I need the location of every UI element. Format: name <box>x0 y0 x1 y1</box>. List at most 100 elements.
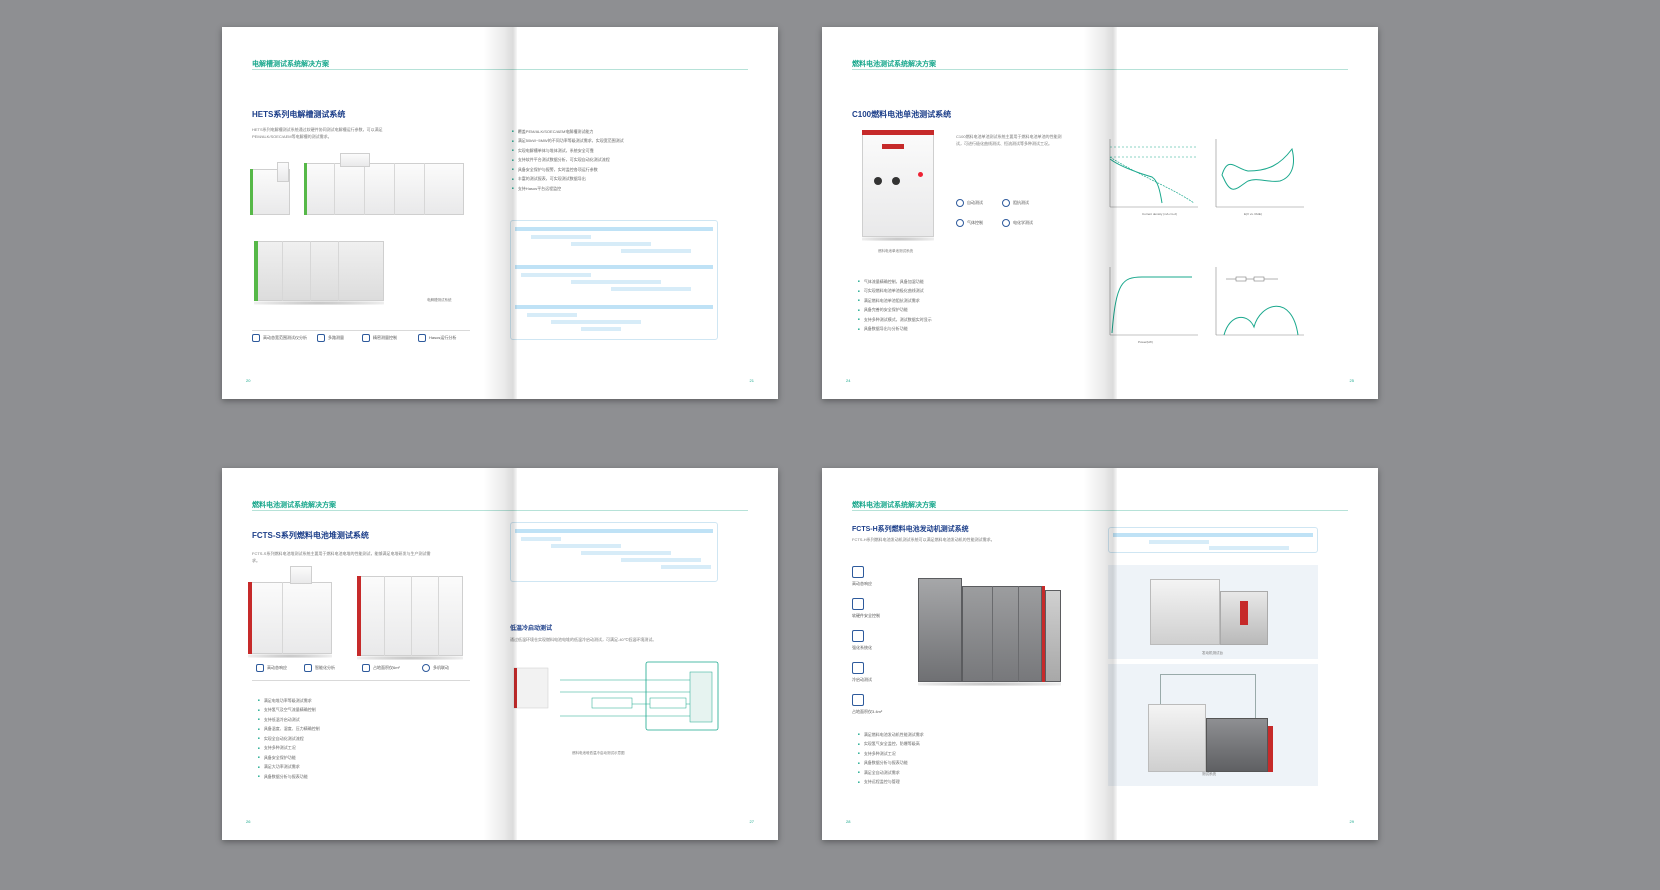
list-item: 实现全自动化测试流程 <box>258 734 320 743</box>
list-item: 满足燃料电池单池阻抗测试需求 <box>858 296 932 305</box>
list-item: 支持软件平台测试数据分析，可实现自动化测试流程 <box>512 155 624 164</box>
diagram-caption: 燃料电池堆低温冷启动测试示意图 <box>572 751 625 755</box>
feature-item: 多路测量 <box>317 334 344 342</box>
intro-text: FCTS-S系列燃料电池堆测试系统主要用于燃料电池电堆的性能测试，能够满足电堆研… <box>252 551 431 563</box>
flask-icon <box>1002 219 1010 227</box>
current-density-graph: Power(kW) <box>1109 267 1198 344</box>
list-item: 支持低温冷启动测试 <box>258 715 320 724</box>
list-item: 满足大功率测试需求 <box>258 762 320 771</box>
brochure-spread-fuel-cell-engine[interactable]: 燃料电池测试系统解决方案 FCTS-H系列燃料电池发动机测试系统 FCTS-H系… <box>822 468 1378 840</box>
impedance-nyquist-graph <box>1215 267 1304 336</box>
wave-icon <box>252 334 260 342</box>
list-item: 支持多种测试工况 <box>258 743 320 752</box>
photo-caption: 发动机测试台 <box>1202 651 1223 655</box>
list-item: 丰富的测试报表，可实现测试数据导出 <box>512 174 624 183</box>
brochure-spread-fuel-cell-single[interactable]: 燃料电池测试系统解决方案 C100燃料电池单池测试系统 燃料电池单池测试系统 C… <box>822 27 1378 399</box>
feature-item: 软硬件安全控制 <box>852 598 880 619</box>
footprint-icon <box>362 664 370 672</box>
smart-analysis-icon <box>304 664 312 672</box>
auto-test-icon <box>956 199 964 207</box>
page-number: 20 <box>246 378 251 383</box>
brochure-spread-fuel-cell-stack[interactable]: 燃料电池测试系统解决方案 FCTS-S系列燃料电池堆测试系统 FCTS-S系列燃… <box>222 468 778 840</box>
page-number: 24 <box>846 378 851 383</box>
spec-range-table <box>1108 527 1318 553</box>
page-fold <box>1083 468 1117 840</box>
page-number: 21 <box>749 378 754 383</box>
linkage-icon <box>422 664 430 672</box>
list-item: 可实现燃料电池单池极化曲线测试 <box>858 286 932 295</box>
feature-item: 阻抗测试 <box>1002 199 1029 207</box>
footprint-icon <box>852 694 864 706</box>
feature-list: 气体流量精确控制，具备加湿功能 可实现燃料电池单池极化曲线测试 满足燃料电池单池… <box>858 277 932 334</box>
feature-item: Hasos运行分析 <box>418 334 456 342</box>
list-item: 具备数据分析与报表功能 <box>258 772 320 781</box>
list-item: 具备数据导出与分析功能 <box>858 324 932 333</box>
spec-range-table <box>510 220 718 340</box>
impedance-icon <box>1002 199 1010 207</box>
feature-item: 多机联动 <box>422 664 449 672</box>
gas-control-icon <box>956 219 964 227</box>
brochure-spread-electrolyzer[interactable]: 电解槽测试系统解决方案 HETS系列电解槽测试系统 HETS系列电解槽测试系统通… <box>222 27 778 399</box>
cyclic-voltammetry-graph: E(V vs. RHE) <box>1215 139 1304 216</box>
feature-item: 高动态响应 <box>852 566 872 587</box>
section-header: 燃料电池测试系统解决方案 <box>852 502 936 509</box>
section-header: 燃料电池测试系统解决方案 <box>252 502 336 509</box>
analysis-icon <box>418 334 426 342</box>
page-number: 28 <box>846 819 851 824</box>
svg-text:E(V vs. RHE): E(V vs. RHE) <box>1244 212 1262 216</box>
feature-bar <box>252 680 470 692</box>
feature-list: 满足燃料电池发动机性能测试需求 实现氢气安全监控，防爆等级高 支持多种测试工况 … <box>858 730 924 787</box>
intro-text: C100燃料电池单池测试系统主要用于燃料电池单池的性能测试，可进行极化曲线测试、… <box>956 134 1062 146</box>
feature-item: 占地面积仅3.4m² <box>852 694 882 715</box>
section-header: 电解槽测试系统解决方案 <box>252 61 329 68</box>
feature-list: 覆盖PEM/ALK/SOEC/AEM电解槽测试能力 满足50kW~5MW的不同功… <box>512 127 624 193</box>
feature-list: 满足电堆功率等级测试需求 支持氢气及空气流量精确控制 支持低温冷启动测试 具备温… <box>258 696 320 781</box>
feature-item: 电化学测试 <box>1002 219 1033 227</box>
svg-text:Current density (mA cm-2): Current density (mA cm-2) <box>1142 212 1177 216</box>
list-item: 气体流量精确控制，具备加湿功能 <box>858 277 932 286</box>
page-number: 27 <box>749 819 754 824</box>
cold-start-diagram <box>513 661 719 731</box>
list-item: 具备温度、湿度、压力精确控制 <box>258 724 320 733</box>
feature-item: 自动测试 <box>956 199 983 207</box>
section-text: 通过低温环境仓实现燃料电池电堆的低温冷启动测试，可满足-40℃低温环境测试。 <box>510 637 657 642</box>
list-item: 支持多种测试模式，测试数据实时显示 <box>858 315 932 324</box>
image-caption: 燃料电池单池测试系统 <box>878 249 913 253</box>
system-icon <box>852 630 864 642</box>
dynamic-response-icon <box>256 664 264 672</box>
list-item: 具备安全保护与报警，实时监控各项运行参数 <box>512 165 624 174</box>
intro-text: HETS系列电解槽测试系统通过软硬件协同测试电解槽运行参数，可以满足PEM/AL… <box>252 127 383 139</box>
list-item: 满足电堆功率等级测试需求 <box>258 696 320 705</box>
polarization-curve-graph: Current density (mA cm-2) <box>1109 139 1198 216</box>
list-item: 支持Hasos平台远程监控 <box>512 184 624 193</box>
dynamic-response-icon <box>852 566 864 578</box>
feature-item: 精密测量控制 <box>362 334 397 342</box>
feature-item: 智能化分析 <box>304 664 335 672</box>
product-photo-engine-bench <box>1108 565 1318 659</box>
page-title: HETS系列电解槽测试系统 <box>252 110 346 119</box>
list-item: 实现氢气安全监控，防爆等级高 <box>858 739 924 748</box>
list-item: 支持氢气及空气流量精确控制 <box>258 705 320 714</box>
product-photo-test-system <box>1108 664 1318 786</box>
page-number: 26 <box>246 819 251 824</box>
page-fold <box>483 27 517 399</box>
feature-item: 强化系统化 <box>852 630 872 651</box>
list-item: 满足50kW~5MW的不同功率等级测试需求，实现宽范围测试 <box>512 136 624 145</box>
feature-item: 高动态宽范围测试仪分析 <box>252 334 307 342</box>
gauge-icon <box>362 334 370 342</box>
page-fold <box>483 468 517 840</box>
list-item: 支持远程监控与管理 <box>858 777 924 786</box>
intro-text: FCTS-H系列燃料电池发动机测试系统可以满足燃料电池发动机的性能测试需求。 <box>852 537 995 542</box>
photo-caption: 测试系统 <box>1202 772 1216 776</box>
list-item: 具备数据分析与报表功能 <box>858 758 924 767</box>
feature-item: 气体控制 <box>956 219 983 227</box>
page-title: FCTS-H系列燃料电池发动机测试系统 <box>852 526 969 533</box>
page-title: FCTS-S系列燃料电池堆测试系统 <box>252 531 369 540</box>
list-item: 实现电解槽单体与堆体测试，系统安全可靠 <box>512 146 624 155</box>
image-caption: 电解槽测试系统 <box>427 298 452 302</box>
snowflake-icon <box>852 662 864 674</box>
page-number: 25 <box>1349 378 1354 383</box>
page-number: 29 <box>1349 819 1354 824</box>
list-item: 满足全自动测试需求 <box>858 768 924 777</box>
section-header: 燃料电池测试系统解决方案 <box>852 61 936 68</box>
